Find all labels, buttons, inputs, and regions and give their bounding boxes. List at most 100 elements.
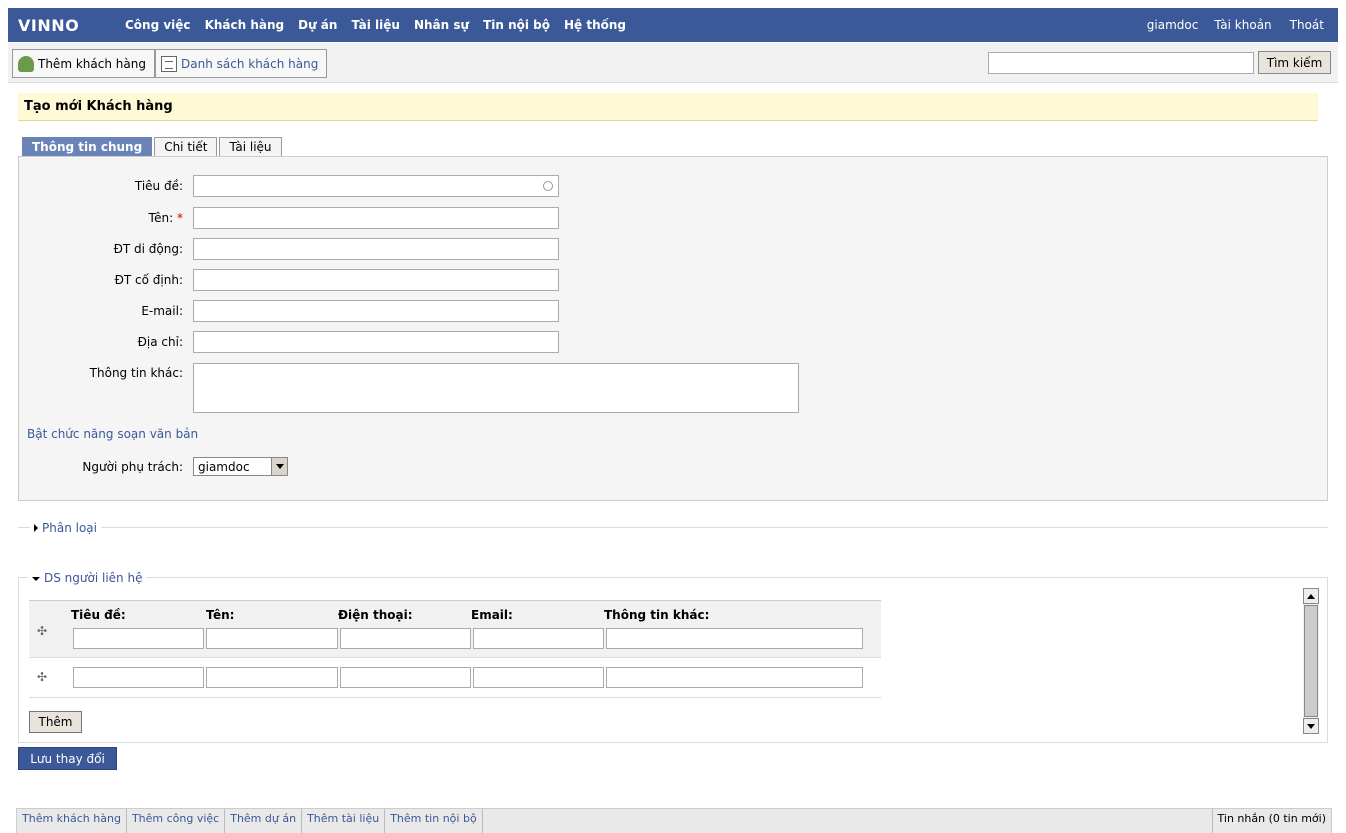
page-title: Tạo mới Khách hàng bbox=[18, 93, 1318, 121]
top-nav-bar: VINNO Công việc Khách hàng Dự án Tài liệ… bbox=[8, 8, 1338, 42]
contacts-table: Tiêu đề: Tên: Điện thoại: Email: Thông t… bbox=[29, 600, 881, 698]
address-input[interactable] bbox=[193, 331, 559, 353]
caret-right-icon bbox=[34, 524, 38, 532]
address-row: Địa chỉ: bbox=[19, 331, 559, 353]
tab-bar: Thông tin chung Chi tiết Tài liệu bbox=[22, 137, 282, 156]
tab-details[interactable]: Chi tiết bbox=[154, 137, 218, 156]
contact-name-input[interactable] bbox=[206, 628, 338, 649]
col-other-header: Thông tin khác: bbox=[604, 608, 710, 622]
quick-add-news[interactable]: Thêm tin nội bộ bbox=[385, 809, 483, 833]
save-changes-button[interactable]: Lưu thay đổi bbox=[18, 747, 117, 770]
brand-logo[interactable]: VINNO bbox=[8, 16, 118, 35]
col-name-header: Tên: bbox=[206, 608, 235, 622]
email-label: E-mail: bbox=[141, 304, 183, 318]
quick-add-document[interactable]: Thêm tài liệu bbox=[302, 809, 386, 833]
contacts-toggle[interactable]: DS người liên hệ bbox=[28, 571, 147, 585]
classification-label: Phân loại bbox=[42, 521, 97, 535]
mobile-label: ĐT di động: bbox=[113, 242, 183, 256]
name-label: Tên: * bbox=[19, 211, 193, 225]
other-info-row: Thông tin khác: bbox=[19, 363, 799, 413]
name-label-text: Tên: bbox=[148, 211, 174, 225]
menu-item-tasks[interactable]: Công việc bbox=[118, 18, 198, 32]
caret-down-icon bbox=[32, 576, 40, 581]
quick-add-task[interactable]: Thêm công việc bbox=[127, 809, 226, 833]
quick-add-project[interactable]: Thêm dự án bbox=[225, 809, 303, 833]
scroll-thumb[interactable] bbox=[1304, 605, 1318, 717]
general-info-form: Tiêu đề: Tên: * ĐT di động: ĐT cố định: … bbox=[18, 156, 1328, 501]
quick-actions-bar: Thêm khách hàng Thêm công việc Thêm dự á… bbox=[16, 808, 1332, 833]
owner-select[interactable]: giamdoc bbox=[193, 457, 288, 476]
owner-row: Người phụ trách: giamdoc bbox=[19, 457, 288, 476]
move-icon[interactable]: ✣ bbox=[36, 625, 48, 637]
menu-item-staff[interactable]: Nhân sự bbox=[407, 18, 476, 32]
add-contact-button[interactable]: Thêm bbox=[29, 711, 82, 733]
name-input[interactable] bbox=[193, 207, 559, 229]
chevron-down-icon[interactable] bbox=[271, 458, 287, 475]
messages-link[interactable]: Tin nhắn (0 tin mới) bbox=[1211, 809, 1331, 833]
phone-input[interactable] bbox=[193, 269, 559, 291]
email-input[interactable] bbox=[193, 300, 559, 322]
circle-icon[interactable] bbox=[543, 181, 553, 191]
name-row: Tên: * bbox=[19, 207, 559, 229]
contact-email-input[interactable] bbox=[473, 628, 604, 649]
move-icon[interactable]: ✣ bbox=[36, 671, 48, 683]
col-phone-header: Điện thoại: bbox=[338, 608, 413, 622]
title-label: Tiêu đề: bbox=[134, 179, 183, 193]
contact-email-input[interactable] bbox=[473, 667, 604, 688]
col-title-header: Tiêu đề: bbox=[71, 608, 126, 622]
address-label: Địa chỉ: bbox=[137, 335, 183, 349]
customer-list-label: Danh sách khách hàng bbox=[181, 56, 319, 71]
contacts-section: Tiêu đề: Tên: Điện thoại: Email: Thông t… bbox=[18, 577, 1328, 743]
search-input[interactable] bbox=[988, 52, 1254, 74]
required-mark: * bbox=[177, 211, 183, 225]
col-email-header: Email: bbox=[471, 608, 513, 622]
contact-other-input[interactable] bbox=[606, 628, 863, 649]
contacts-row-1: Tiêu đề: Tên: Điện thoại: Email: Thông t… bbox=[29, 600, 881, 658]
phone-row: ĐT cố định: bbox=[19, 269, 559, 291]
menu-item-documents[interactable]: Tài liệu bbox=[344, 18, 407, 32]
contacts-row-2: ✣ bbox=[29, 658, 881, 698]
account-link[interactable]: Tài khoản bbox=[1206, 18, 1279, 32]
scroll-up-icon[interactable] bbox=[1303, 588, 1319, 604]
toolbar: Thêm khách hàng Danh sách khách hàng Tìm… bbox=[8, 43, 1338, 83]
title-input[interactable] bbox=[193, 175, 559, 197]
mobile-row: ĐT di động: bbox=[19, 238, 559, 260]
contact-phone-input[interactable] bbox=[340, 628, 471, 649]
other-info-label: Thông tin khác: bbox=[89, 366, 183, 380]
enable-editor-link[interactable]: Bật chức năng soạn văn bản bbox=[27, 427, 198, 441]
contact-phone-input[interactable] bbox=[340, 667, 471, 688]
menu-item-system[interactable]: Hệ thống bbox=[557, 18, 633, 32]
menu-item-customers[interactable]: Khách hàng bbox=[198, 18, 292, 32]
contacts-label: DS người liên hệ bbox=[44, 571, 143, 585]
email-row: E-mail: bbox=[19, 300, 559, 322]
logout-link[interactable]: Thoát bbox=[1280, 18, 1338, 32]
owner-label: Người phụ trách: bbox=[82, 459, 183, 474]
tab-documents[interactable]: Tài liệu bbox=[219, 137, 282, 156]
search-button[interactable]: Tìm kiếm bbox=[1258, 51, 1331, 74]
contact-other-input[interactable] bbox=[606, 667, 863, 688]
classification-divider bbox=[18, 527, 1328, 528]
mobile-input[interactable] bbox=[193, 238, 559, 260]
contacts-scrollbar[interactable] bbox=[1303, 588, 1319, 734]
quick-add-customer[interactable]: Thêm khách hàng bbox=[17, 809, 127, 833]
add-customer-label: Thêm khách hàng bbox=[38, 56, 146, 71]
user-name-link[interactable]: giamdoc bbox=[1139, 18, 1207, 32]
customer-list-button[interactable]: Danh sách khách hàng bbox=[155, 49, 328, 78]
phone-label: ĐT cố định: bbox=[114, 273, 183, 287]
add-customer-button[interactable]: Thêm khách hàng bbox=[12, 49, 155, 78]
add-user-icon bbox=[18, 55, 34, 72]
classification-toggle[interactable]: Phân loại bbox=[30, 521, 101, 535]
contact-title-input[interactable] bbox=[73, 628, 204, 649]
user-nav: giamdoc Tài khoản Thoát bbox=[1139, 8, 1338, 42]
contact-name-input[interactable] bbox=[206, 667, 338, 688]
scroll-down-icon[interactable] bbox=[1303, 718, 1319, 734]
main-menu: Công việc Khách hàng Dự án Tài liệu Nhân… bbox=[118, 18, 633, 32]
list-icon bbox=[161, 55, 177, 72]
contact-title-input[interactable] bbox=[73, 667, 204, 688]
other-info-textarea[interactable] bbox=[193, 363, 799, 413]
menu-item-news[interactable]: Tin nội bộ bbox=[476, 18, 557, 32]
tab-general[interactable]: Thông tin chung bbox=[22, 137, 153, 156]
menu-item-projects[interactable]: Dự án bbox=[291, 18, 344, 32]
title-row: Tiêu đề: bbox=[19, 175, 559, 197]
owner-select-value: giamdoc bbox=[198, 460, 250, 474]
